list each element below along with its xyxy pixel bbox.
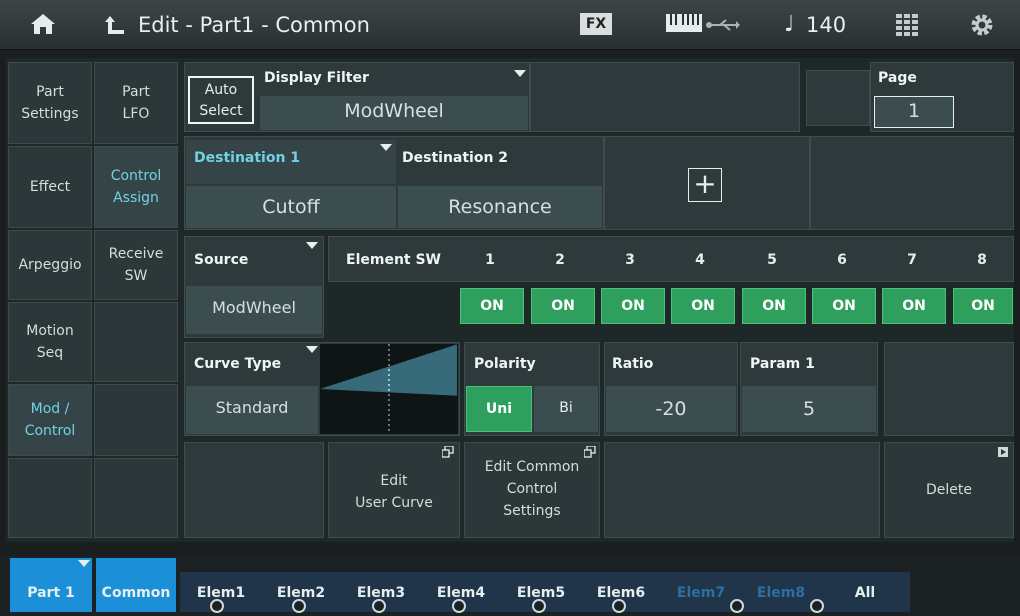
source-label: Source <box>194 252 249 268</box>
tab-receive-sw[interactable]: Receive SW <box>94 230 178 300</box>
elem8-tab[interactable]: Elem8 <box>742 577 820 609</box>
element-number-2: 2 <box>555 252 565 268</box>
element-number-7: 7 <box>907 252 917 268</box>
dropdown-arrow-icon <box>514 70 526 77</box>
element1-sw-button[interactable]: ON <box>460 288 524 324</box>
element3-sw-button[interactable]: ON <box>601 288 665 324</box>
fx-badge[interactable]: FX <box>580 13 612 35</box>
all-tab[interactable]: All <box>822 577 908 609</box>
play-arrow-icon <box>998 447 1008 457</box>
common-tab-label: Common <box>101 585 171 601</box>
tab-empty-3 <box>94 384 178 456</box>
top-bar: Edit - Part1 - Common FX ♩ 140 <box>0 0 1020 50</box>
source-value: ModWheel <box>212 298 296 317</box>
tab-empty-1 <box>8 458 92 538</box>
screen-title: Edit - Part1 - Common <box>138 13 370 37</box>
back-up-icon[interactable] <box>104 12 126 36</box>
tempo-value[interactable]: 140 <box>806 0 846 50</box>
dropdown-arrow-icon <box>306 242 318 249</box>
param1-label: Param 1 <box>750 356 815 372</box>
curve-type-label: Curve Type <box>194 356 282 372</box>
curve-graph <box>320 344 458 434</box>
element-status-icon <box>730 599 744 613</box>
ratio-label: Ratio <box>612 356 654 372</box>
blank-panel-small <box>806 70 870 126</box>
element-number-1: 1 <box>485 252 495 268</box>
tempo-note-icon: ♩ <box>784 12 795 37</box>
element-status-icon <box>532 599 546 613</box>
display-filter-label: Display Filter <box>264 70 369 86</box>
element-number-3: 3 <box>625 252 635 268</box>
destination1-label: Destination 1 <box>194 150 301 166</box>
part1-tab-label: Part 1 <box>27 585 75 601</box>
element-status-icon <box>452 599 466 613</box>
add-destination-button[interactable]: + <box>688 168 722 202</box>
tab-control-assign[interactable]: Control Assign <box>94 146 178 228</box>
element-number-8: 8 <box>977 252 987 268</box>
dropdown-arrow-icon <box>306 346 318 353</box>
destination1-value: Cutoff <box>262 196 320 218</box>
page-value: 1 <box>907 100 921 122</box>
polarity-bi-button[interactable]: Bi <box>534 386 598 432</box>
popup-window-icon <box>442 446 454 458</box>
elem7-tab[interactable]: Elem7 <box>662 577 740 609</box>
element6-sw-button[interactable]: ON <box>812 288 876 324</box>
tab-empty-2 <box>94 302 178 382</box>
tab-mod-control[interactable]: Mod / Control <box>8 384 92 456</box>
blank-panel-btn <box>184 442 324 538</box>
tab-effect[interactable]: Effect <box>8 146 92 228</box>
destination2-value: Resonance <box>448 196 552 218</box>
dropdown-arrow-icon <box>78 560 90 567</box>
element7-sw-button[interactable]: ON <box>882 288 946 324</box>
ratio-value: -20 <box>655 398 687 420</box>
usb-icon <box>706 19 740 31</box>
settings-gear-icon[interactable] <box>970 13 994 37</box>
element-status-icon <box>292 599 306 613</box>
auto-select-button[interactable]: Auto Select <box>188 76 254 124</box>
element-status-icon <box>372 599 386 613</box>
keyboard-icon <box>666 14 702 32</box>
blank-panel-dest <box>810 136 1014 230</box>
element8-sw-button[interactable]: ON <box>953 288 1013 324</box>
page-label: Page <box>878 70 917 86</box>
element4-sw-button[interactable]: ON <box>671 288 735 324</box>
home-icon[interactable] <box>30 12 56 36</box>
blank-panel-top <box>530 62 800 132</box>
tab-arpeggio[interactable]: Arpeggio <box>8 230 92 300</box>
element-number-5: 5 <box>767 252 777 268</box>
popup-window-icon <box>584 446 596 458</box>
blank-panel-curve <box>884 342 1014 436</box>
grid-icon[interactable] <box>896 14 920 36</box>
destination2-label: Destination 2 <box>402 150 509 166</box>
element-status-icon <box>210 599 224 613</box>
element2-sw-button[interactable]: ON <box>531 288 595 324</box>
tab-empty-4 <box>94 458 178 538</box>
tab-part-lfo[interactable]: Part LFO <box>94 62 178 144</box>
tab-motion-seq[interactable]: Motion Seq <box>8 302 92 382</box>
element-sw-label: Element SW <box>346 252 441 268</box>
polarity-label: Polarity <box>474 356 536 372</box>
element-number-6: 6 <box>837 252 847 268</box>
tab-part-settings[interactable]: Part Settings <box>8 62 92 144</box>
element-status-icon <box>612 599 626 613</box>
curve-type-value: Standard <box>215 398 289 417</box>
display-filter-value: ModWheel <box>344 100 444 122</box>
element-number-4: 4 <box>695 252 705 268</box>
element-status-icon <box>810 599 824 613</box>
polarity-uni-button[interactable]: Uni <box>466 386 532 432</box>
blank-panel-btn-2 <box>604 442 880 538</box>
dropdown-arrow-icon <box>380 144 392 151</box>
param1-value: 5 <box>802 398 816 420</box>
element5-sw-button[interactable]: ON <box>742 288 806 324</box>
edit-common-control-settings-button[interactable]: Edit Common Control Settings <box>464 442 600 538</box>
delete-button[interactable]: Delete <box>884 442 1014 538</box>
edit-user-curve-button[interactable]: Edit User Curve <box>328 442 460 538</box>
